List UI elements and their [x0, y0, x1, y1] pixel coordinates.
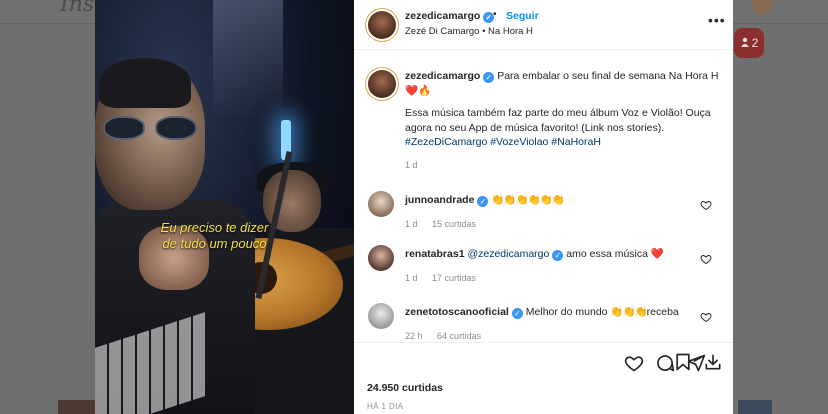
author-username[interactable]: zezedicamargo	[405, 10, 480, 22]
caption-text: zezedicamargo ✓ Para embalar o seu final …	[405, 69, 725, 150]
commenter-avatar[interactable]	[368, 303, 394, 329]
post-header: zezedicamargo ✓ • Seguir Zezé Di Camargo …	[354, 0, 733, 50]
comment-time[interactable]: 1 d	[405, 273, 418, 283]
comment-body: 👏👏👏👏👏👏	[491, 194, 564, 206]
comment-time[interactable]: 1 d	[405, 219, 418, 229]
post-video[interactable]: Eu preciso te dizer de tudo um pouco	[95, 0, 354, 414]
separator-dot: •	[493, 9, 497, 20]
comment-item: renatabras1 @zezedicamargo ✓ amo essa mús…	[354, 245, 733, 297]
comment-username[interactable]: zenetotoscanooficial	[405, 306, 509, 318]
author-username-wrap: zezedicamargo ✓	[405, 10, 495, 23]
heart-icon[interactable]	[700, 311, 712, 323]
video-subtitle-line2: de tudo um pouco	[162, 236, 267, 251]
verified-icon: ✓	[552, 250, 564, 261]
background-thumbnail	[58, 400, 98, 414]
comment-suffix: receba	[646, 306, 679, 318]
person-icon	[740, 36, 750, 50]
heart-icon[interactable]	[700, 199, 712, 211]
commenter-avatar[interactable]	[368, 245, 394, 271]
video-subtitle-line1: Eu preciso te dizer	[160, 220, 269, 235]
caption-line1: Para embalar o seu final de semana Na Ho…	[497, 70, 719, 82]
notification-badge: 2	[734, 28, 764, 58]
caption-username[interactable]: zezedicamargo	[405, 70, 480, 82]
comment-username[interactable]: junnoandrade	[405, 194, 474, 206]
verified-icon: ✓	[477, 196, 489, 207]
verified-icon: ✓	[483, 72, 495, 83]
comment-text: junnoandrade ✓ 👏👏👏👏👏👏	[405, 193, 565, 207]
likes-count[interactable]: 24.950 curtidas	[367, 382, 443, 394]
comment-icon[interactable]	[655, 353, 675, 373]
caption-emoji: ❤️🔥	[405, 84, 432, 97]
author-avatar[interactable]	[368, 11, 396, 39]
comment-body: amo essa música	[566, 248, 648, 260]
comment-time[interactable]: 22 h	[405, 331, 423, 341]
bookmark-icon[interactable]	[673, 352, 693, 372]
commenter-avatar[interactable]	[368, 191, 394, 217]
download-icon[interactable]	[703, 352, 723, 372]
heart-icon[interactable]	[624, 353, 644, 373]
singer-hair	[99, 58, 191, 108]
comment-text: renatabras1 @zezedicamargo ✓ amo essa mús…	[405, 247, 664, 261]
caption-time[interactable]: 1 d	[405, 160, 418, 170]
spacer	[261, 353, 281, 373]
caption-hashtags[interactable]: #ZezeDiCamargo #VozeViolao #NaHoraH	[405, 135, 725, 150]
comment-emoji: ❤️	[650, 248, 664, 260]
verified-icon: ✓	[511, 308, 523, 319]
comment-meta: 1 d 17 curtidas	[405, 273, 488, 283]
comment-likes[interactable]: 17 curtidas	[432, 273, 476, 283]
comment-emoji: 👏👏👏	[610, 306, 647, 318]
comment-mention[interactable]: @zezedicamargo	[467, 248, 549, 260]
comment-body: Melhor do mundo	[525, 306, 608, 318]
comment-meta: 22 h 64 curtidas	[405, 331, 493, 341]
notification-count: 2	[751, 36, 759, 50]
follow-button[interactable]: Seguir	[506, 10, 539, 22]
background-avatar	[752, 0, 772, 14]
heart-icon[interactable]	[700, 253, 712, 265]
post-time: HÁ 1 DIA	[367, 402, 404, 411]
comment-username[interactable]: renatabras1	[405, 248, 465, 260]
sunglasses	[103, 116, 199, 142]
more-horizontal-icon[interactable]: •••	[708, 12, 726, 28]
background-thumbnail	[738, 400, 772, 414]
comment-likes[interactable]: 64 curtidas	[437, 331, 481, 341]
caption-avatar[interactable]	[368, 70, 396, 98]
comment-text: zenetotoscanooficial ✓ Melhor do mundo 👏👏…	[405, 305, 679, 319]
comment-item: junnoandrade ✓ 👏👏👏👏👏👏 1 d 15 curtidas	[354, 191, 733, 243]
caption-line2: Essa música também faz parte do meu álbu…	[405, 107, 711, 134]
post-subtitle[interactable]: Zezé Di Camargo • Na Hora H	[405, 26, 533, 37]
comment-meta: 1 d 15 curtidas	[405, 219, 488, 229]
comment-likes[interactable]: 15 curtidas	[432, 219, 476, 229]
stage-light	[213, 0, 283, 120]
post-modal: Eu preciso te dizer de tudo um pouco zez…	[95, 0, 733, 414]
